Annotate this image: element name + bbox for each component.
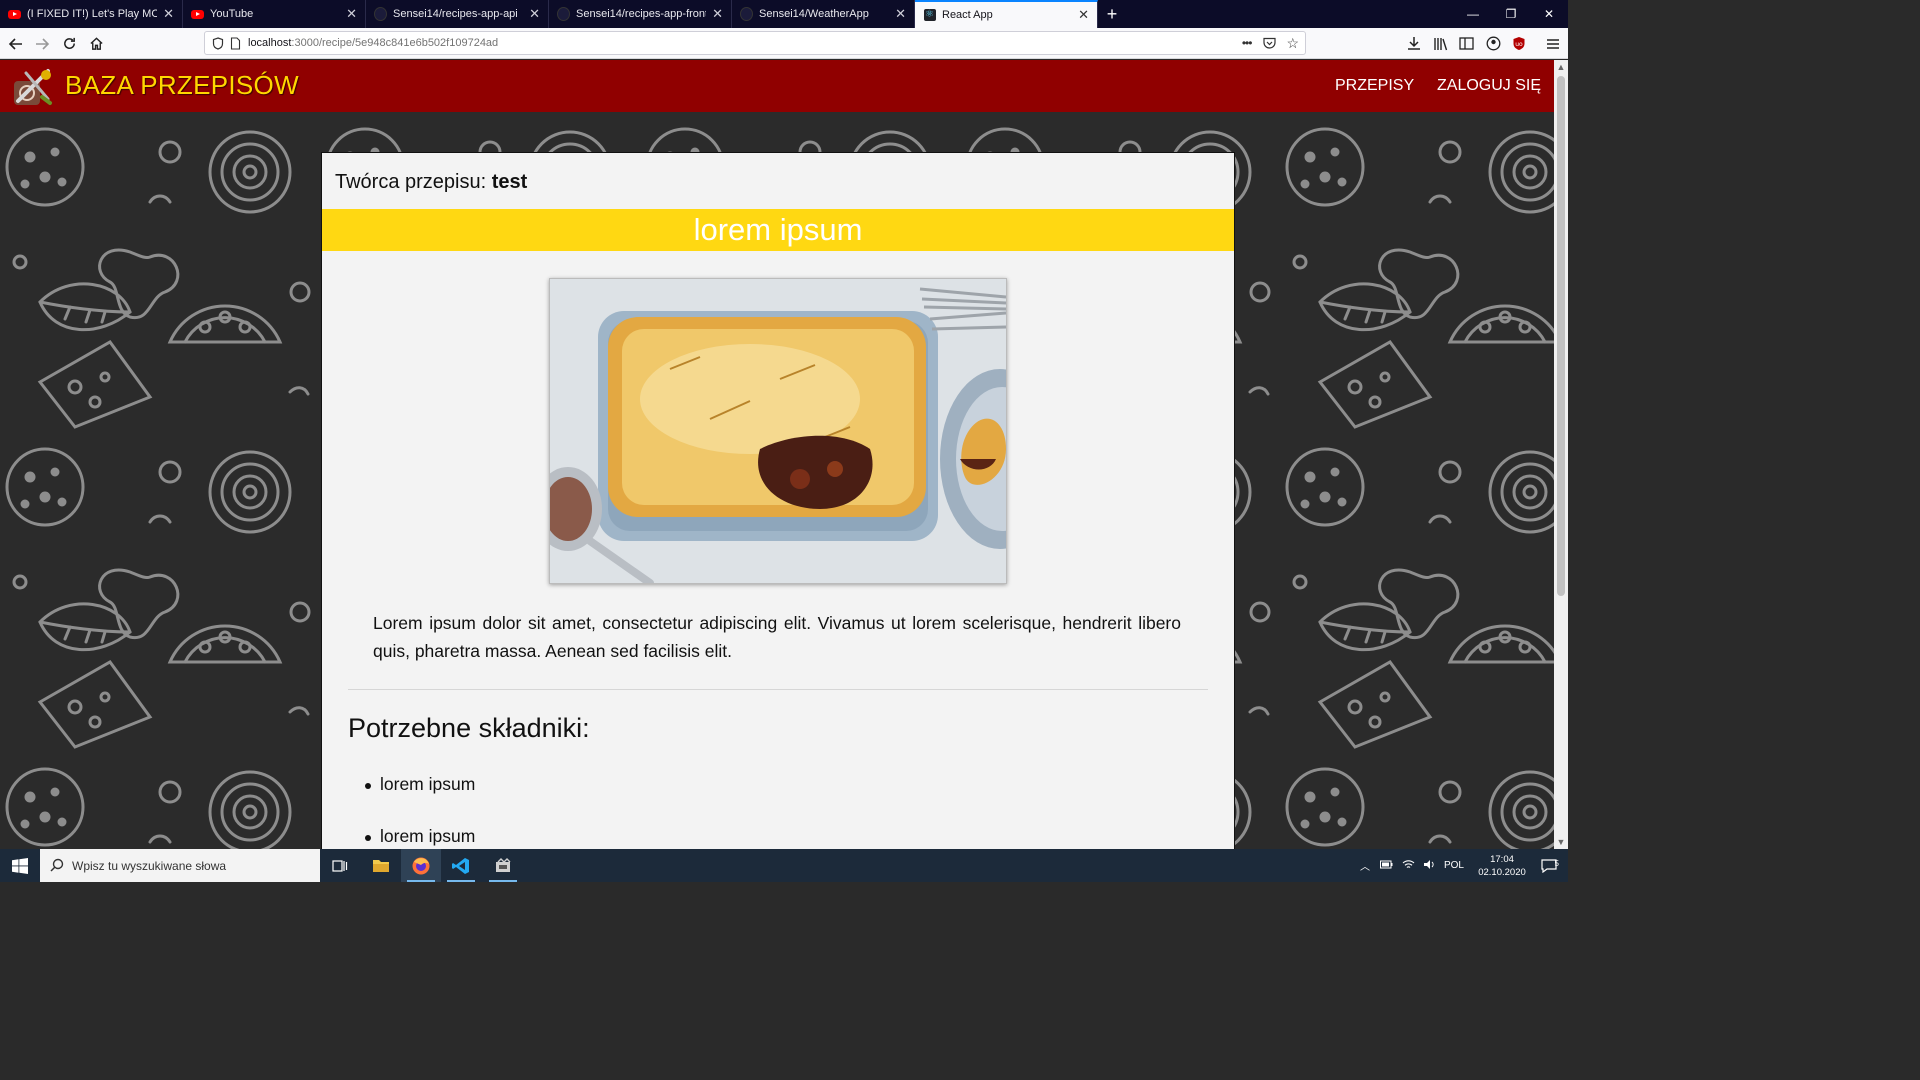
section-divider xyxy=(348,689,1208,690)
tab-recipes-app-front[interactable]: Sensei14/recipes-app-front ✕ xyxy=(549,0,732,28)
close-tab-icon[interactable]: ✕ xyxy=(346,6,357,22)
notification-count: 5 xyxy=(1554,858,1559,868)
react-icon: ⚛ xyxy=(923,9,936,21)
windows-start-icon[interactable] xyxy=(0,849,40,882)
close-window-icon[interactable]: ✕ xyxy=(1530,0,1568,28)
firefox-taskbar-icon[interactable] xyxy=(401,849,441,882)
search-icon xyxy=(50,858,64,875)
show-hidden-icons-icon[interactable]: ︿ xyxy=(1360,858,1370,873)
taskbar-clock[interactable]: 17:04 02.10.2020 xyxy=(1474,853,1530,879)
wifi-icon[interactable] xyxy=(1402,859,1415,873)
github-icon xyxy=(557,7,570,21)
ingredient-item: lorem ipsum xyxy=(360,774,475,826)
ublock-icon[interactable]: uo xyxy=(1506,28,1532,59)
tracking-shield-icon[interactable] xyxy=(212,36,224,50)
address-bar[interactable]: localhost:3000/recipe/5e948c841e6b502f10… xyxy=(204,31,1306,55)
minimize-icon[interactable]: — xyxy=(1454,0,1492,28)
recipe-title: lorem ipsum xyxy=(693,212,863,247)
bookmark-star-icon[interactable]: ☆ xyxy=(1286,35,1299,52)
url-host: localhost xyxy=(248,37,292,49)
chef-tools-logo-icon[interactable] xyxy=(12,67,54,107)
github-icon xyxy=(740,7,753,21)
nav-recipes-link[interactable]: PRZEPISY xyxy=(1335,77,1414,95)
windows-taskbar: Wpisz tu wyszukiwane słowa ︿ POL 17:04 0… xyxy=(0,849,1568,882)
scroll-down-icon[interactable]: ▼ xyxy=(1554,835,1568,849)
recipe-description: Lorem ipsum dolor sit amet, consectetur … xyxy=(373,613,1181,661)
recipe-author: Twórca przepisu: test xyxy=(335,171,527,194)
reload-icon[interactable] xyxy=(56,28,82,59)
account-icon[interactable] xyxy=(1480,28,1506,59)
downloads-icon[interactable] xyxy=(1401,28,1427,59)
sidebar-icon[interactable] xyxy=(1453,28,1479,59)
author-name: test xyxy=(491,171,528,193)
tab-weatherapp[interactable]: Sensei14/WeatherApp ✕ xyxy=(732,0,915,28)
pocket-icon[interactable] xyxy=(1263,37,1277,49)
search-placeholder: Wpisz tu wyszukiwane słowa xyxy=(72,858,227,873)
tab-strip: (I FIXED IT!) Let's Play MOUNT & BL ✕ Yo… xyxy=(0,0,1568,28)
tab-title: Sensei14/WeatherApp xyxy=(759,8,869,20)
svg-text:uo: uo xyxy=(1515,41,1523,48)
tab-title: React App xyxy=(942,9,993,21)
tab-title: (I FIXED IT!) Let's Play MOUNT & BL xyxy=(27,8,158,20)
nav-login-link[interactable]: ZALOGUJ SIĘ xyxy=(1437,77,1541,95)
page-scrollbar[interactable]: ▲ ▼ xyxy=(1554,60,1568,849)
clock-time: 17:04 xyxy=(1490,853,1514,865)
url-path: :3000/recipe/5e948c841e6b502f109724ad xyxy=(291,37,499,49)
close-tab-icon[interactable]: ✕ xyxy=(163,6,174,22)
tab-youtube[interactable]: YouTube ✕ xyxy=(183,0,366,28)
taskbar-search-input[interactable]: Wpisz tu wyszukiwane słowa xyxy=(40,849,320,882)
menu-icon[interactable] xyxy=(1540,28,1566,59)
youtube-icon xyxy=(8,8,21,21)
window-controls: — ❐ ✕ xyxy=(1454,0,1568,28)
restore-icon[interactable]: ❐ xyxy=(1492,0,1530,28)
site-brand[interactable]: BAZA PRZEPISÓW xyxy=(65,70,299,101)
ingredient-item: lorem ipsum xyxy=(360,826,475,849)
language-indicator[interactable]: POL xyxy=(1444,860,1464,871)
scroll-up-icon[interactable]: ▲ xyxy=(1554,60,1568,74)
close-tab-icon[interactable]: ✕ xyxy=(1078,7,1089,23)
page-actions-icon[interactable]: ••• xyxy=(1242,36,1253,50)
back-icon[interactable] xyxy=(3,28,29,59)
github-icon xyxy=(374,7,387,21)
battery-icon[interactable] xyxy=(1379,860,1393,872)
system-tray: ︿ POL 17:04 02.10.2020 5 xyxy=(1360,849,1568,882)
notifications-icon[interactable]: 5 xyxy=(1530,859,1568,873)
forward-icon[interactable] xyxy=(29,28,55,59)
tab-recipes-app-api[interactable]: Sensei14/recipes-app-api ✕ xyxy=(366,0,549,28)
browser-toolbar: localhost:3000/recipe/5e948c841e6b502f10… xyxy=(0,28,1568,59)
home-icon[interactable] xyxy=(83,28,109,59)
site-header: BAZA PRZEPISÓW PRZEPISY ZALOGUJ SIĘ xyxy=(0,60,1568,112)
close-tab-icon[interactable]: ✕ xyxy=(895,6,906,22)
volume-icon[interactable] xyxy=(1423,859,1436,873)
ingredients-heading: Potrzebne składniki: xyxy=(348,713,590,743)
clock-date: 02.10.2020 xyxy=(1478,866,1526,878)
tab-react-app[interactable]: ⚛ React App ✕ xyxy=(915,0,1098,28)
tab-mount-blade-video[interactable]: (I FIXED IT!) Let's Play MOUNT & BL ✕ xyxy=(0,0,183,28)
close-tab-icon[interactable]: ✕ xyxy=(529,6,540,22)
page-viewport: BAZA PRZEPISÓW PRZEPISY ZALOGUJ SIĘ Twór… xyxy=(0,60,1568,849)
page-info-icon[interactable] xyxy=(230,36,241,50)
new-tab-icon[interactable]: + xyxy=(1098,0,1126,28)
youtube-icon xyxy=(191,8,204,21)
tab-title: Sensei14/recipes-app-api xyxy=(393,8,518,20)
file-explorer-icon[interactable] xyxy=(361,849,401,882)
author-label: Twórca przepisu: xyxy=(335,171,487,193)
close-tab-icon[interactable]: ✕ xyxy=(712,6,723,22)
task-view-icon[interactable] xyxy=(320,849,360,882)
recipe-photo xyxy=(549,278,1007,584)
recipe-title-bar: lorem ipsum xyxy=(322,209,1234,251)
app-taskbar-icon[interactable] xyxy=(483,849,523,882)
recipe-card: Twórca przepisu: test lorem ipsum Lorem … xyxy=(321,152,1235,849)
ingredients-list: lorem ipsum lorem ipsum xyxy=(360,774,475,849)
tab-title: YouTube xyxy=(210,8,254,20)
vscode-taskbar-icon[interactable] xyxy=(441,849,481,882)
scroll-thumb[interactable] xyxy=(1557,76,1565,596)
tab-title: Sensei14/recipes-app-front xyxy=(576,8,707,20)
library-icon[interactable] xyxy=(1427,28,1453,59)
